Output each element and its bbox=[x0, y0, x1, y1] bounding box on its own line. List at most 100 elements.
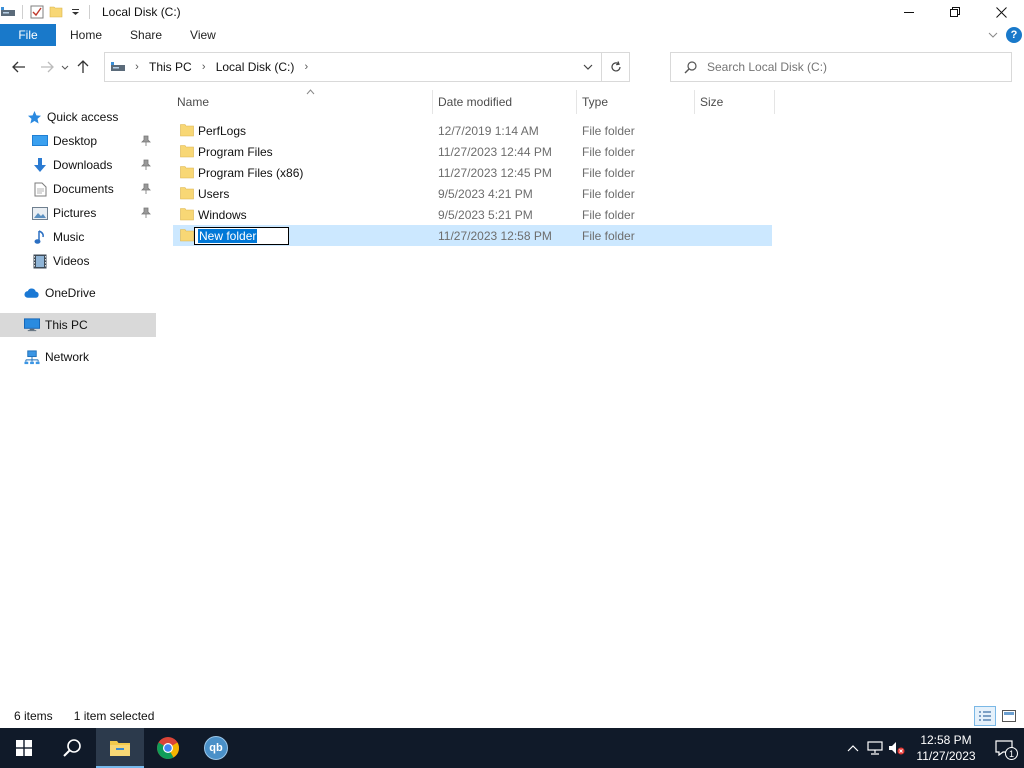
table-row[interactable]: Program Files 11/27/2023 12:44 PM File f… bbox=[173, 141, 772, 162]
recent-locations-button[interactable] bbox=[58, 52, 72, 82]
arrow-right-icon bbox=[41, 61, 54, 73]
table-row[interactable]: Windows 9/5/2023 5:21 PM File folder bbox=[173, 204, 772, 225]
tab-view[interactable]: View bbox=[176, 24, 230, 46]
nav-item-label: Desktop bbox=[53, 134, 98, 148]
volume-muted-icon bbox=[889, 742, 905, 755]
nav-item-label: Network bbox=[45, 350, 90, 364]
chevron-down-icon bbox=[583, 64, 593, 70]
breadcrumb-chevron-icon[interactable]: › bbox=[196, 61, 212, 73]
column-divider[interactable] bbox=[774, 90, 775, 114]
videos-icon bbox=[32, 253, 48, 269]
file-type: File folder bbox=[582, 228, 635, 243]
refresh-button[interactable] bbox=[601, 53, 629, 81]
close-button[interactable] bbox=[978, 0, 1024, 24]
search-taskbar-button[interactable] bbox=[48, 728, 96, 768]
address-bar[interactable]: › This PC › Local Disk (C:) › bbox=[104, 52, 630, 82]
view-switcher bbox=[974, 706, 1020, 726]
tab-home[interactable]: Home bbox=[56, 24, 116, 46]
start-button[interactable] bbox=[0, 728, 48, 768]
file-type: File folder bbox=[582, 144, 635, 159]
window-title: Local Disk (C:) bbox=[102, 5, 181, 19]
file-type: File folder bbox=[582, 123, 635, 138]
details-view-button[interactable] bbox=[974, 706, 996, 726]
windows-logo-icon bbox=[16, 740, 32, 756]
pin-icon[interactable] bbox=[140, 134, 152, 148]
nav-item-quick-access[interactable]: Quick access bbox=[0, 105, 156, 129]
ribbon-right-controls: ? bbox=[986, 24, 1022, 46]
customize-toolbar-icon[interactable] bbox=[67, 0, 83, 24]
nav-item-desktop[interactable]: Desktop bbox=[0, 129, 156, 153]
table-row[interactable]: Users 9/5/2023 4:21 PM File folder bbox=[173, 183, 772, 204]
file-date: 12/7/2019 1:14 AM bbox=[438, 123, 539, 138]
back-button[interactable] bbox=[8, 52, 30, 82]
expand-ribbon-button[interactable] bbox=[986, 28, 1000, 42]
network-icon bbox=[24, 349, 40, 365]
nav-item-network[interactable]: Network bbox=[0, 345, 156, 369]
rename-selected-text: New folder bbox=[198, 229, 258, 243]
nav-item-label: Documents bbox=[53, 182, 114, 196]
navigation-pane: Quick access Desktop Downloads Documents… bbox=[0, 88, 160, 704]
folder-icon bbox=[180, 187, 194, 200]
nav-item-this-pc[interactable]: This PC bbox=[0, 313, 156, 337]
tab-share[interactable]: Share bbox=[116, 24, 176, 46]
item-count: 6 items bbox=[14, 709, 53, 723]
nav-item-pictures[interactable]: Pictures bbox=[0, 201, 156, 225]
help-button[interactable]: ? bbox=[1006, 27, 1022, 43]
large-icons-view-button[interactable] bbox=[998, 706, 1020, 726]
chrome-taskbar-button[interactable] bbox=[144, 728, 192, 768]
drive-icon[interactable] bbox=[0, 0, 16, 24]
arrow-up-icon bbox=[77, 60, 89, 73]
minimize-button[interactable] bbox=[886, 0, 932, 24]
breadcrumb-this-pc[interactable]: This PC bbox=[149, 53, 192, 81]
restore-icon bbox=[950, 7, 960, 17]
navigation-bar: › This PC › Local Disk (C:) › bbox=[0, 48, 1024, 86]
nav-item-documents[interactable]: Documents bbox=[0, 177, 156, 201]
forward-button[interactable] bbox=[36, 52, 58, 82]
system-tray: 12:58 PM 11/27/2023 1 bbox=[842, 728, 1024, 768]
search-input[interactable] bbox=[707, 60, 1007, 74]
volume-tray-button[interactable] bbox=[886, 728, 908, 768]
nav-item-videos[interactable]: Videos bbox=[0, 249, 156, 273]
breadcrumb-local-disk[interactable]: Local Disk (C:) bbox=[216, 53, 295, 81]
address-dropdown-button[interactable] bbox=[577, 53, 599, 81]
download-icon bbox=[32, 157, 48, 173]
file-explorer-taskbar-button[interactable] bbox=[96, 728, 144, 768]
network-icon bbox=[867, 741, 883, 755]
properties-icon[interactable] bbox=[29, 0, 45, 24]
file-date: 11/27/2023 12:58 PM bbox=[438, 228, 552, 243]
nav-item-label: Downloads bbox=[53, 158, 113, 172]
pin-icon[interactable] bbox=[140, 206, 152, 220]
column-header-date-modified[interactable]: Date modified bbox=[432, 88, 576, 116]
breadcrumb-chevron-icon[interactable]: › bbox=[129, 61, 145, 73]
chrome-icon bbox=[157, 737, 179, 759]
breadcrumb-chevron-icon[interactable]: › bbox=[298, 61, 314, 73]
rename-input[interactable]: New folder bbox=[194, 227, 289, 245]
network-tray-button[interactable] bbox=[864, 728, 886, 768]
file-date: 9/5/2023 4:21 PM bbox=[438, 186, 533, 201]
table-row[interactable]: Program Files (x86) 11/27/2023 12:45 PM … bbox=[173, 162, 772, 183]
new-folder-icon[interactable] bbox=[45, 0, 67, 24]
pin-icon[interactable] bbox=[140, 182, 152, 196]
nav-item-onedrive[interactable]: OneDrive bbox=[0, 281, 156, 305]
nav-item-music[interactable]: Music bbox=[0, 225, 156, 249]
action-center-button[interactable]: 1 bbox=[984, 728, 1024, 768]
pin-icon[interactable] bbox=[140, 158, 152, 172]
window-controls bbox=[886, 0, 1024, 24]
search-box[interactable] bbox=[670, 52, 1012, 82]
nav-item-label: This PC bbox=[45, 318, 88, 332]
desktop-icon bbox=[32, 133, 48, 149]
folder-icon bbox=[180, 166, 194, 179]
qbittorrent-taskbar-button[interactable]: qb bbox=[192, 728, 240, 768]
tab-file[interactable]: File bbox=[0, 24, 56, 46]
table-row[interactable]: PerfLogs 12/7/2019 1:14 AM File folder bbox=[173, 120, 772, 141]
restore-button[interactable] bbox=[932, 0, 978, 24]
column-header-name[interactable]: Name bbox=[171, 88, 427, 116]
nav-item-downloads[interactable]: Downloads bbox=[0, 153, 156, 177]
clock[interactable]: 12:58 PM 11/27/2023 bbox=[908, 728, 984, 768]
table-row-selected[interactable]: New folder 11/27/2023 12:58 PM File fold… bbox=[173, 225, 772, 246]
show-hidden-icons-button[interactable] bbox=[842, 728, 864, 768]
column-header-size[interactable]: Size bbox=[694, 88, 774, 116]
column-header-type[interactable]: Type bbox=[576, 88, 694, 116]
up-button[interactable] bbox=[72, 52, 94, 82]
file-type: File folder bbox=[582, 207, 635, 222]
